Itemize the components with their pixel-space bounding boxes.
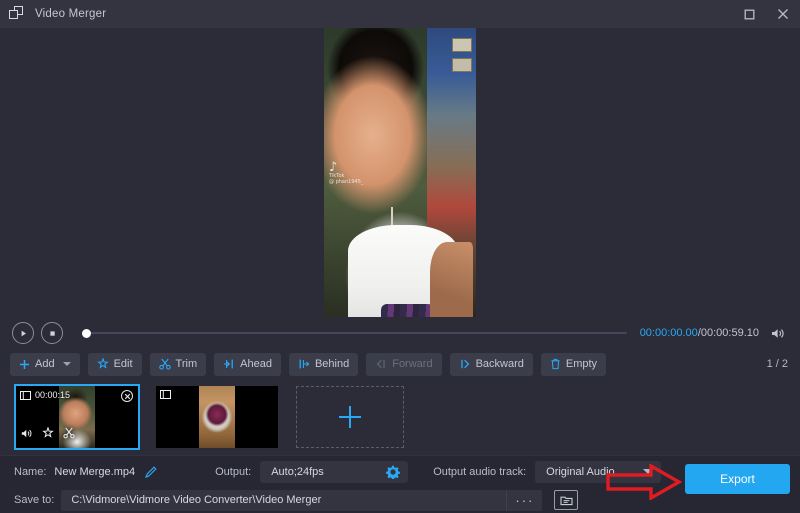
insert-behind-icon <box>298 358 310 370</box>
window-title: Video Merger <box>35 8 106 20</box>
film-strip-icon <box>20 391 31 400</box>
remove-clip-icon-1[interactable] <box>121 390 133 402</box>
video-subject-arm <box>430 242 473 317</box>
stop-icon[interactable] <box>41 322 63 344</box>
empty-button-label: Empty <box>566 358 597 370</box>
ahead-button[interactable]: Ahead <box>214 353 281 376</box>
clip-item-1[interactable]: 00:00:15 <box>16 386 138 448</box>
save-to-label: Save to: <box>14 494 54 506</box>
behind-button-label: Behind <box>315 358 349 370</box>
output-format-field[interactable]: Auto;24fps <box>260 461 408 483</box>
seek-slider[interactable] <box>82 325 627 341</box>
output-label: Output: <box>215 466 251 478</box>
backward-button-label: Backward <box>476 358 524 370</box>
video-merger-window: Video Merger ♪ TikTok @ phan194 <box>0 0 800 513</box>
plus-icon <box>19 359 30 370</box>
clip-strip: 00:00:15 <box>0 379 800 455</box>
page-indicator: 1 / 2 <box>767 358 788 370</box>
move-backward-icon <box>459 358 471 370</box>
effects-icon[interactable] <box>42 426 54 444</box>
plus-icon <box>336 403 364 431</box>
playback-transport-bar: 00:00:00.00 / 00:00:59.10 <box>0 317 800 349</box>
output-format-value: Auto;24fps <box>271 466 324 478</box>
trash-icon <box>550 358 561 370</box>
add-button[interactable]: Add <box>10 353 80 376</box>
clip-thumbnail-2 <box>199 386 235 448</box>
clip-tools-1 <box>21 426 75 444</box>
behind-button[interactable]: Behind <box>289 353 358 376</box>
window-controls <box>732 0 800 28</box>
empty-button[interactable]: Empty <box>541 353 606 376</box>
export-button[interactable]: Export <box>685 464 790 494</box>
add-button-label: Add <box>35 358 55 370</box>
edit-button-label: Edit <box>114 358 133 370</box>
clip-duration-badge-2 <box>160 390 175 399</box>
move-forward-icon <box>375 358 387 370</box>
name-label: Name: <box>14 466 46 478</box>
scissors-icon[interactable] <box>63 426 75 444</box>
edit-button[interactable]: Edit <box>88 353 142 376</box>
total-time: 00:00:59.10 <box>701 327 759 339</box>
output-settings-panel: Name: New Merge.mp4 Output: Auto;24fps O… <box>0 455 800 513</box>
save-to-path-input[interactable]: C:\Vidmore\Vidmore Video Converter\Video… <box>61 490 506 511</box>
film-strip-icon <box>160 390 171 399</box>
clip-toolbar: Add Edit Trim Ahead Behind <box>0 349 800 379</box>
red-right-arrow <box>606 464 682 505</box>
insert-ahead-icon <box>223 358 235 370</box>
volume-icon[interactable] <box>771 327 786 340</box>
trim-button[interactable]: Trim <box>150 353 207 376</box>
clip-item-2[interactable] <box>156 386 278 448</box>
tiktok-watermark-line2: @ phan1945_ <box>329 179 363 185</box>
name-value: New Merge.mp4 <box>54 466 135 478</box>
export-button-label: Export <box>720 472 755 486</box>
video-player[interactable]: ♪ TikTok @ phan1945_ <box>324 28 476 317</box>
audio-track-value: Original Audio <box>546 466 615 478</box>
ahead-button-label: Ahead <box>240 358 272 370</box>
video-preview-area: ♪ TikTok @ phan1945_ <box>0 28 800 317</box>
browse-folder-button[interactable]: ··· <box>506 490 542 511</box>
gear-icon[interactable] <box>386 465 400 479</box>
trim-button-label: Trim <box>176 358 198 370</box>
tiktok-note-icon: ♪ <box>329 163 363 173</box>
forward-button[interactable]: Forward <box>366 353 441 376</box>
add-clip-slot[interactable] <box>296 386 404 448</box>
pencil-icon[interactable] <box>144 465 158 479</box>
seek-track <box>82 332 627 334</box>
current-time: 00:00:00.00 <box>640 327 698 339</box>
close-icon[interactable] <box>766 0 800 28</box>
forward-button-label: Forward <box>392 358 432 370</box>
magic-wand-icon <box>97 358 109 370</box>
clip-duration-1: 00:00:15 <box>35 390 70 400</box>
tiktok-watermark: ♪ TikTok @ phan1945_ <box>329 163 363 186</box>
save-to-path-value: C:\Vidmore\Vidmore Video Converter\Video… <box>71 494 321 506</box>
maximize-icon[interactable] <box>732 0 766 28</box>
volume-icon[interactable] <box>21 426 33 444</box>
play-icon[interactable] <box>12 322 34 344</box>
scissors-icon <box>159 358 171 370</box>
audio-track-label: Output audio track: <box>433 466 526 478</box>
chevron-down-icon[interactable] <box>63 362 71 366</box>
stacked-squares-icon <box>9 6 25 22</box>
folder-icon[interactable] <box>554 490 578 510</box>
backward-button[interactable]: Backward <box>450 353 533 376</box>
clip-duration-badge-1: 00:00:15 <box>20 390 70 400</box>
title-bar: Video Merger <box>0 0 800 28</box>
seek-handle[interactable] <box>82 329 91 338</box>
